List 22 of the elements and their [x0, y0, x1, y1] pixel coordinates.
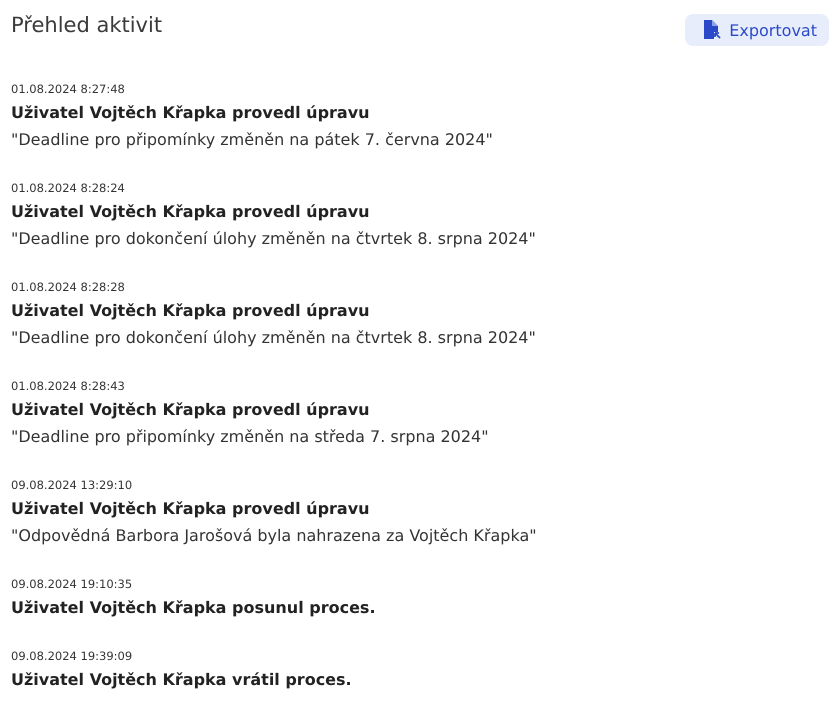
activity-title: Uživatel Vojtěch Křapka vrátil proces.: [11, 669, 353, 691]
activity-timestamp: 01.08.2024 8:28:43: [11, 378, 126, 395]
activity-timestamp: 01.08.2024 8:28:24: [11, 180, 126, 197]
activity-timestamp: 09.08.2024 19:10:35: [11, 576, 134, 593]
activity-detail: "Deadline pro připomínky změněn na pátek 7. června 2024": [11, 129, 494, 151]
activity-timestamp: 09.08.2024 19:39:09: [11, 648, 134, 665]
activity-title: Uživatel Vojtěch Křapka provedl úpravu: [11, 498, 371, 520]
activity-title: Uživatel Vojtěch Křapka provedl úpravu: [11, 201, 371, 223]
export-button[interactable]: Exportovat: [685, 14, 829, 46]
activity-timestamp: 01.08.2024 8:27:48: [11, 81, 126, 98]
file-export-icon: [703, 20, 722, 40]
page-title: Přehled aktivit: [11, 12, 162, 39]
activity-detail: "Deadline pro dokončení úlohy změněn na čtvrtek 8. srpna 2024": [11, 228, 537, 250]
activity-title: Uživatel Vojtěch Křapka provedl úpravu: [11, 102, 371, 124]
activity-timestamp: 09.08.2024 13:29:10: [11, 477, 134, 494]
activity-title: Uživatel Vojtěch Křapka provedl úpravu: [11, 300, 371, 322]
activity-timestamp: 01.08.2024 8:28:28: [11, 279, 126, 296]
activity-detail: "Deadline pro dokončení úlohy změněn na čtvrtek 8. srpna 2024": [11, 327, 537, 349]
activity-title: Uživatel Vojtěch Křapka provedl úpravu: [11, 399, 371, 421]
activity-detail: "Odpovědná Barbora Jarošová byla nahrazena za Vojtěch Křapka": [11, 525, 538, 547]
activity-detail: "Deadline pro připomínky změněn na středa 7. srpna 2024": [11, 426, 490, 448]
activity-title: Uživatel Vojtěch Křapka posunul proces.: [11, 597, 377, 619]
